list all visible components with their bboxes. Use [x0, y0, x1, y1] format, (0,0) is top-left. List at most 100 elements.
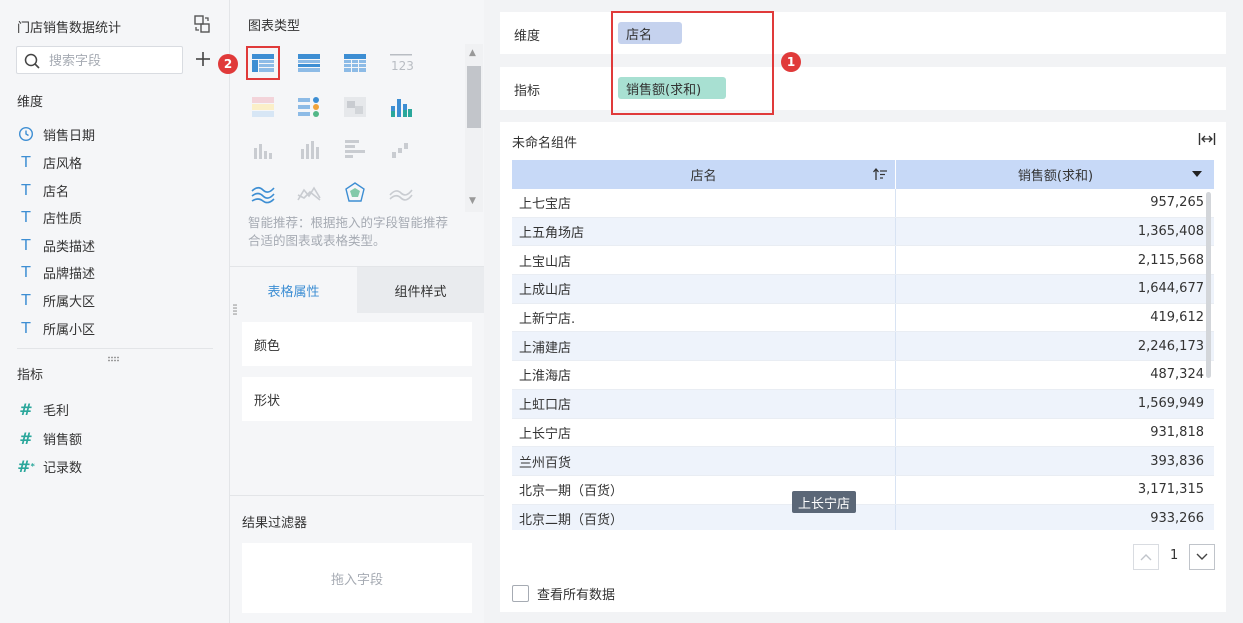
field-item-store-style[interactable]: T 店风格 [17, 150, 213, 174]
table-row[interactable]: 上宝山店 2,115,568 [512, 246, 1214, 276]
chart-type-area[interactable] [246, 176, 280, 210]
table-row[interactable]: 北京一期（百货） 3,171,315 [512, 475, 1214, 505]
view-all-checkbox[interactable] [512, 585, 529, 602]
chart-type-bar-grouped[interactable] [384, 90, 418, 124]
property-tabs: 表格属性 组件样式 [230, 266, 484, 313]
smart-recommend-text: 智能推荐：根据拖入的字段智能推荐合适的图表或表格类型。 [248, 215, 449, 248]
tab-table-properties[interactable]: 表格属性 [230, 267, 357, 313]
field-item-store-name[interactable]: T 店名 [17, 178, 213, 202]
metric-section-label: 指标 [17, 368, 44, 383]
text-type-icon: T [21, 153, 31, 171]
table-row[interactable]: 上淮海店 487,324 [512, 361, 1214, 390]
field-item-subregion[interactable]: T 所属小区 [17, 316, 213, 340]
prev-page-button[interactable] [1133, 544, 1159, 570]
field-label: 店名 [43, 184, 70, 200]
view-all-data-toggle[interactable]: 查看所有数据 [512, 584, 615, 603]
chart-config-panel: 图表类型 123 ▲ ▼ 智能推荐：根据拖入的字段智能推荐合适的图表或表格类型。… [230, 0, 484, 623]
table-row[interactable]: 上新宁店. 419,612 [512, 303, 1214, 333]
switch-dataset-icon[interactable] [192, 14, 212, 34]
tab-component-style[interactable]: 组件样式 [357, 267, 484, 313]
cell-sales: 419,612 [1150, 310, 1204, 326]
table-row[interactable]: 上长宁店 931,818 [512, 418, 1214, 448]
chart-type-heatmap[interactable] [338, 90, 372, 124]
field-label: 记录数 [43, 460, 83, 476]
cell-sales: 957,265 [1150, 195, 1204, 211]
table-row[interactable]: 北京二期（百货） 933,266 [512, 504, 1214, 530]
chart-type-detail-table[interactable] [338, 46, 372, 80]
cell-store-name: 上宝山店 [512, 246, 896, 275]
column-header-store-name[interactable]: 店名 [512, 160, 896, 189]
field-label: 所属小区 [43, 322, 96, 338]
scrollbar-thumb[interactable] [1206, 192, 1211, 378]
field-item-store-nature[interactable]: T 店性质 [17, 205, 213, 229]
highlight-frame [611, 11, 774, 115]
table-row[interactable]: 上浦建店 2,246,173 [512, 332, 1214, 362]
cell-sales: 933,266 [1150, 510, 1204, 526]
chart-type-line[interactable] [292, 176, 326, 210]
table-row[interactable]: 上虹口店 1,569,949 [512, 389, 1214, 419]
cell-sales: 487,324 [1150, 367, 1204, 383]
search-input[interactable] [49, 51, 177, 71]
caret-down-icon[interactable] [1192, 171, 1202, 177]
scrollbar-thumb[interactable] [467, 66, 481, 128]
chevron-up-icon[interactable]: ▲ [469, 48, 476, 58]
field-search[interactable] [16, 46, 183, 74]
sort-icon[interactable] [872, 167, 888, 182]
field-item-region[interactable]: T 所属大区 [17, 288, 213, 312]
table-row[interactable]: 兰州百货 393,836 [512, 447, 1214, 476]
table-row[interactable]: 上七宝店 957,265 [512, 189, 1214, 218]
field-label: 品牌描述 [43, 266, 96, 282]
table-header: 店名 销售额(求和) [512, 160, 1214, 189]
text-type-icon: T [21, 263, 31, 281]
table-row[interactable]: 上成山店 1,644,677 [512, 275, 1214, 304]
chart-type-waterfall[interactable] [384, 132, 418, 166]
column-header-sales-sum[interactable]: 销售额(求和) [897, 160, 1214, 189]
chart-type-kpi[interactable]: 123 [384, 46, 418, 80]
metric-drop-row[interactable]: 指标 销售额(求和) [500, 67, 1226, 110]
table-row[interactable]: 上五角场店 1,365,408 [512, 217, 1214, 247]
next-page-button[interactable] [1189, 544, 1215, 570]
page-number: 1 [1170, 548, 1179, 563]
field-panel: 门店销售数据统计 维度 销售日期 T 店风格 T 店名 T 店性质 T 品类描述… [0, 0, 230, 623]
view-all-label: 查看所有数据 [537, 588, 616, 603]
vertical-grip-icon[interactable] [233, 304, 237, 316]
add-field-icon[interactable] [194, 50, 212, 68]
dimension-drop-row[interactable]: 维度 店名 [500, 12, 1226, 54]
resize-grip-icon[interactable] [107, 351, 121, 362]
field-item-category-desc[interactable]: T 品类描述 [17, 233, 213, 257]
chart-type-colored-table[interactable] [246, 90, 280, 124]
cell-store-name: 兰州百货 [512, 447, 896, 475]
cell-store-name: 上五角场店 [512, 217, 896, 246]
shape-property[interactable]: 形状 [242, 377, 472, 421]
field-item-record-count[interactable]: # * 记录数 [17, 454, 213, 478]
chart-type-column[interactable] [246, 132, 280, 166]
chart-type-grid: 123 [246, 44, 436, 214]
cell-store-name: 上成山店 [512, 275, 896, 303]
filter-drop-zone[interactable]: 拖入字段 [242, 543, 472, 613]
field-item-gross-profit[interactable]: # 毛利 [17, 397, 213, 421]
chevron-down-icon[interactable]: ▼ [469, 196, 476, 206]
step-badge-1: 1 [781, 52, 801, 72]
chart-type-cross-table[interactable] [292, 46, 326, 80]
cell-store-name: 上虹口店 [512, 389, 896, 418]
field-label: 品类描述 [43, 239, 96, 255]
hash-icon: # [19, 399, 33, 419]
chart-type-range-area[interactable] [384, 176, 418, 210]
chart-type-stacked-column[interactable] [292, 132, 326, 166]
field-item-sale-date[interactable]: 销售日期 [17, 122, 213, 146]
widget-title: 未命名组件 [512, 136, 578, 151]
chart-type-radar[interactable] [338, 176, 372, 210]
table-scrollbar[interactable] [1204, 188, 1212, 528]
field-item-brand-desc[interactable]: T 品牌描述 [17, 260, 213, 284]
field-item-sales[interactable]: # 销售额 [17, 426, 213, 450]
chart-type-grouped-table[interactable] [246, 46, 280, 80]
expand-width-icon[interactable] [1198, 132, 1216, 146]
chart-type-bar-horizontal[interactable] [338, 132, 372, 166]
chart-type-scrollbar[interactable]: ▲ ▼ [465, 44, 483, 212]
chart-type-indicator-table[interactable] [292, 90, 326, 124]
cell-store-name: 上七宝店 [512, 189, 896, 217]
color-property[interactable]: 颜色 [242, 322, 472, 366]
editor-canvas: 维度 店名 指标 销售额(求和) 1 未命名组件 店名 销售额(求和) 上七宝店… [484, 0, 1243, 623]
table-body: 上七宝店 957,265 上五角场店 1,365,408 上宝山店 2,115,568… [512, 189, 1214, 530]
cell-sales: 1,365,408 [1137, 224, 1204, 240]
